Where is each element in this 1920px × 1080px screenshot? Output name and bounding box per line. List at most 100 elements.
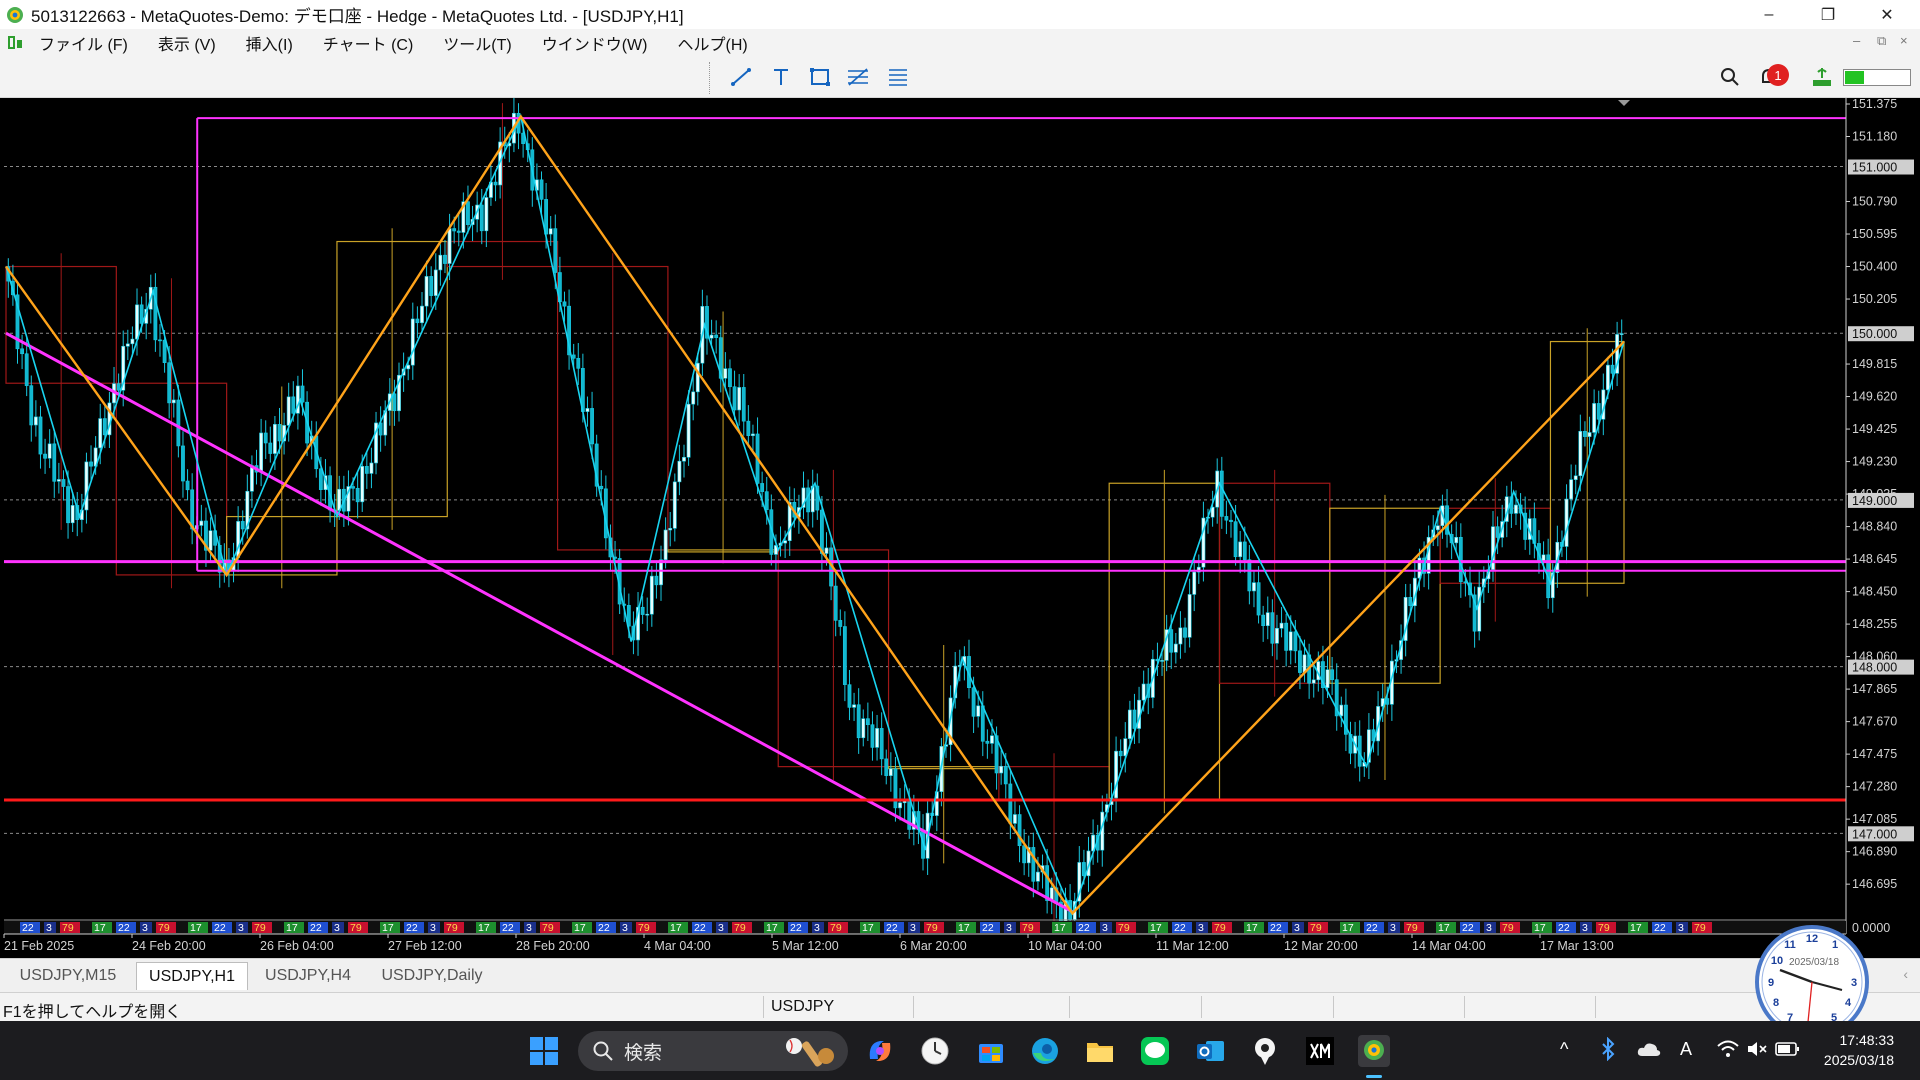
menu-window[interactable]: ウインドウ(W)	[542, 31, 648, 55]
rectangle-tool-icon[interactable]	[808, 66, 832, 88]
clock-number-10: 10	[1771, 955, 1783, 967]
candle-bearish	[576, 357, 581, 369]
lvl-signal-icon[interactable]	[1810, 66, 1834, 88]
candle-bearish	[1270, 612, 1275, 644]
window-title: 5013122663 - MetaQuotes-Demo: デモ口座 - Hed…	[31, 7, 684, 26]
candle-bearish	[351, 486, 355, 489]
notification-count-badge[interactable]: 1	[1767, 64, 1789, 86]
volume-muted-icon[interactable]	[1746, 1039, 1768, 1059]
candle-bullish	[420, 305, 424, 324]
store-icon[interactable]	[975, 1035, 1007, 1067]
candle-bullish	[659, 559, 663, 586]
session-label: 17	[94, 922, 106, 934]
candle-bearish	[66, 486, 70, 524]
onedrive-cloud-icon[interactable]	[1636, 1039, 1662, 1059]
candle-bearish	[240, 521, 245, 530]
candle-bearish	[1408, 596, 1413, 607]
bluetooth-icon[interactable]	[1600, 1037, 1616, 1061]
candle-bearish	[1261, 614, 1266, 626]
system-date: 2025/03/18	[1823, 1052, 1894, 1068]
level-label: 150.000	[1852, 327, 1897, 341]
session-label: 17	[574, 922, 586, 934]
tab-usdjpy-m15[interactable]: USDJPY,M15	[4, 962, 132, 990]
menu-file[interactable]: ファイル (F)	[39, 31, 128, 55]
session-label: 17	[1342, 922, 1354, 934]
candle-bullish	[424, 276, 429, 307]
candle-bullish	[668, 528, 673, 531]
search-icon[interactable]	[1718, 66, 1742, 88]
ime-mode-indicator[interactable]: A	[1680, 1039, 1692, 1060]
menu-bar: ファイル (F) 表示 (V) 挿入(I) チャート (C) ツール(T) ウイ…	[0, 29, 1920, 56]
tab-scroll-arrow-icon[interactable]: ‹	[1903, 966, 1908, 982]
candle-bearish	[1256, 582, 1261, 616]
metatrader-icon[interactable]	[1358, 1035, 1390, 1067]
candle-bullish	[691, 391, 696, 405]
chart-restore-button[interactable]: ⧉	[1877, 33, 1886, 49]
copilot-icon[interactable]	[864, 1035, 896, 1067]
edge-icon[interactable]	[1029, 1035, 1061, 1067]
price-tick-label: 149.230	[1852, 455, 1897, 469]
candle-bullish	[990, 735, 994, 744]
session-label: 17	[1054, 922, 1066, 934]
candle-bearish	[1008, 783, 1013, 824]
price-tick-label: 151.375	[1852, 98, 1897, 111]
candle-bearish	[856, 704, 861, 739]
tab-usdjpy-h1[interactable]: USDJPY,H1	[136, 962, 248, 990]
close-button[interactable]: ✕	[1858, 0, 1916, 29]
candle-bearish	[842, 626, 847, 685]
windows-start-icon[interactable]	[528, 1035, 560, 1067]
session-label: 79	[1694, 922, 1706, 934]
candle-bullish	[737, 387, 742, 411]
xm-icon[interactable]	[1304, 1035, 1336, 1067]
fibonacci-tool-icon[interactable]	[846, 66, 870, 88]
session-label: 22	[406, 922, 418, 934]
clock-app-icon[interactable]	[919, 1035, 951, 1067]
tab-usdjpy-daily[interactable]: USDJPY,Daily	[370, 962, 494, 990]
tab-usdjpy-h4[interactable]: USDJPY,H4	[252, 962, 364, 990]
menu-chart[interactable]: チャート (C)	[323, 31, 414, 55]
candle-bearish	[277, 424, 282, 442]
system-time: 17:48:33	[1839, 1032, 1895, 1048]
candle-bullish	[1606, 364, 1610, 391]
show-hidden-icons-chevron-icon[interactable]: ^	[1560, 1039, 1568, 1060]
menu-insert[interactable]: 挿入(I)	[246, 31, 293, 55]
menu-tools[interactable]: ツール(T)	[443, 31, 511, 55]
battery-charging-icon[interactable]	[1775, 1040, 1801, 1058]
candle-bullish	[1265, 612, 1270, 626]
wifi-icon[interactable]	[1716, 1039, 1740, 1059]
chart-window-icon[interactable]	[7, 34, 25, 52]
restore-button[interactable]: ❐	[1799, 0, 1857, 29]
session-label: 79	[1022, 922, 1034, 934]
candle-bullish	[1173, 643, 1178, 653]
candle-bearish	[268, 442, 273, 454]
menu-help[interactable]: ヘルプ(H)	[677, 31, 747, 55]
chart-minimize-button[interactable]: –	[1853, 33, 1860, 48]
menu-view[interactable]: 表示 (V)	[158, 31, 216, 55]
system-clock[interactable]: 17:48:33 2025/03/18	[1824, 1030, 1894, 1070]
candle-bullish	[1279, 622, 1284, 629]
clock-number-11: 11	[1784, 939, 1796, 951]
outlook-icon[interactable]	[1194, 1035, 1226, 1067]
trendline-tool-icon[interactable]	[729, 66, 753, 88]
channel-tool-icon[interactable]	[886, 66, 910, 88]
candle-bearish	[1224, 516, 1229, 521]
session-label: 3	[1198, 922, 1204, 934]
pin-app-icon[interactable]	[1249, 1035, 1281, 1067]
candle-bearish	[1495, 526, 1500, 538]
price-tick-label: 150.595	[1852, 227, 1897, 241]
text-tool-icon[interactable]	[769, 66, 793, 88]
baseball-icon	[786, 1038, 834, 1067]
candle-bullish	[1160, 660, 1164, 662]
candle-bearish	[364, 466, 369, 474]
line-icon[interactable]	[1139, 1035, 1171, 1067]
candle-bearish	[318, 468, 323, 490]
file-explorer-icon[interactable]	[1084, 1035, 1116, 1067]
price-tick-label: 147.085	[1852, 812, 1897, 826]
minimize-button[interactable]: –	[1740, 0, 1798, 29]
candle-bearish	[1169, 629, 1174, 653]
chart-close-button[interactable]: ×	[1900, 33, 1908, 48]
price-chart[interactable]: 151.375 151.180 150.790 150.595 150.400 150.2…	[0, 98, 1920, 958]
taskbar-search-box[interactable]: 検索	[578, 1031, 848, 1071]
price-tick-label: 148.255	[1852, 617, 1897, 631]
time-tick-label: 5 Mar 12:00	[772, 939, 839, 953]
